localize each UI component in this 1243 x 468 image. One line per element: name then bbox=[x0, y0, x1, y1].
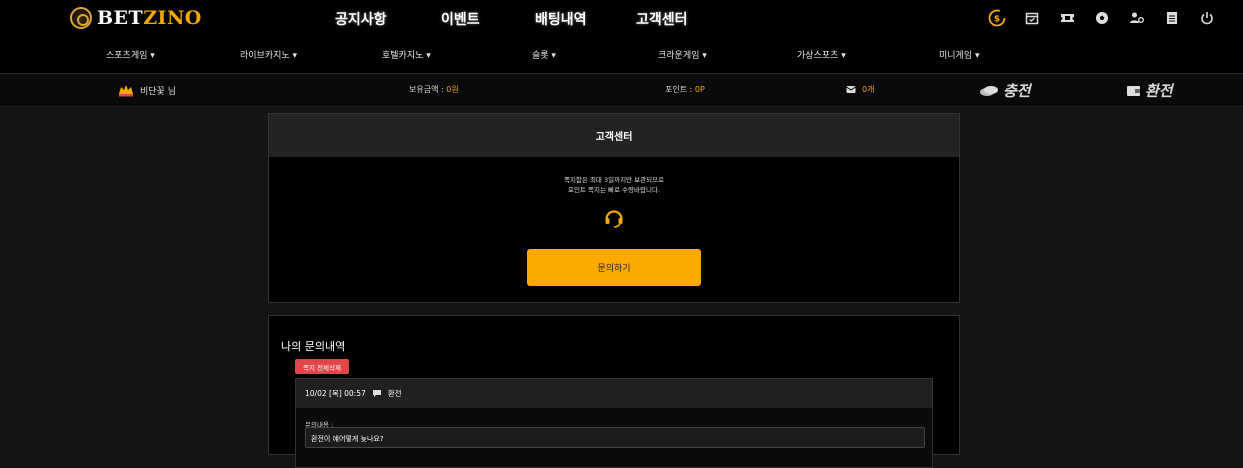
user-settings-icon[interactable] bbox=[1128, 9, 1146, 27]
subnav-crown-game[interactable]: 크라운게임 bbox=[658, 48, 707, 61]
points-value: 0P bbox=[694, 85, 705, 94]
support-title: 고객센터 bbox=[269, 114, 959, 157]
inquiry-content: 환전이 얘어떻게 늦나요? bbox=[305, 427, 925, 448]
points: 포인트 : 0P bbox=[665, 84, 705, 95]
notice-line-2: 포인트 쪽지는 빠로 수령바랍니다. bbox=[568, 186, 660, 194]
message-count: 0개 bbox=[862, 85, 875, 94]
subnav-mini-game[interactable]: 미니게임 bbox=[939, 48, 980, 61]
support-panel: 고객센터 쪽지함은 최대 3일까지만 보관되므로 포인트 쪽지는 빠로 수령바랍… bbox=[268, 113, 960, 303]
nav-bet-history[interactable]: 배팅내역 bbox=[535, 9, 587, 29]
notice-line-1: 쪽지함은 최대 3일까지만 보관되므로 bbox=[563, 176, 665, 184]
delete-all-button[interactable]: 쪽지 전체삭제 bbox=[295, 359, 349, 374]
coin-icon bbox=[980, 85, 998, 96]
support-notice: 쪽지함은 최대 3일까지만 보관되므로 포인트 쪽지는 빠로 수령바랍니다. bbox=[269, 175, 959, 195]
user-info-bar: 비단꽃 님 보유금액 : 0원 포인트 : 0P 0개 충전 환전 bbox=[0, 75, 1243, 107]
utility-icons: $ bbox=[988, 9, 1216, 27]
history-title: 나의 문의내역 bbox=[281, 340, 346, 353]
top-bar: BETZINO 공지사항 이벤트 배팅내역 고객센터 $ bbox=[0, 0, 1243, 38]
chat-icon bbox=[372, 390, 381, 397]
subnav-virtual-sports[interactable]: 가상스포츠 bbox=[797, 48, 846, 61]
nav-customer-center[interactable]: 고객센터 bbox=[636, 9, 688, 29]
messages[interactable]: 0개 bbox=[846, 84, 874, 95]
inquiry-history-panel: 나의 문의내역 쪽지 전체삭제 10/02 [목] 00:57 환전 문의내용 … bbox=[268, 315, 960, 468]
balance-label: 보유금액 : bbox=[409, 85, 447, 94]
message-icon bbox=[846, 86, 856, 93]
deposit-button[interactable]: 충전 bbox=[979, 80, 1031, 101]
inquiry-header[interactable]: 10/02 [목] 00:57 환전 bbox=[296, 379, 932, 408]
svg-text:$: $ bbox=[994, 15, 1000, 25]
subnav-sports[interactable]: 스포츠게임 bbox=[106, 48, 155, 61]
ticket-icon[interactable] bbox=[1058, 9, 1076, 27]
nav-event[interactable]: 이벤트 bbox=[441, 9, 480, 29]
withdraw-label: 환전 bbox=[1145, 82, 1173, 100]
exchange-icon[interactable]: $ bbox=[988, 9, 1006, 27]
wallet-icon bbox=[1127, 86, 1140, 96]
subnav-slot[interactable]: 슬롯 bbox=[532, 48, 556, 61]
calendar-icon[interactable] bbox=[1023, 9, 1041, 27]
sub-nav: 스포츠게임 라이브카지노 호텔카지노 슬롯 크라운게임 가상스포츠 미니게임 bbox=[0, 38, 1243, 74]
subnav-hotel-casino[interactable]: 호텔카지노 bbox=[382, 48, 431, 61]
document-icon[interactable] bbox=[1163, 9, 1181, 27]
nav-notice[interactable]: 공지사항 bbox=[335, 9, 387, 29]
deposit-label: 충전 bbox=[1003, 82, 1031, 100]
username: 비단꽃 님 bbox=[140, 86, 176, 97]
headset-icon bbox=[603, 207, 625, 229]
soccer-ball-icon[interactable] bbox=[1093, 9, 1111, 27]
user-info: 비단꽃 님 bbox=[118, 83, 176, 97]
power-icon[interactable] bbox=[1198, 9, 1216, 27]
ask-button[interactable]: 문의하기 bbox=[527, 249, 701, 286]
subnav-live-casino[interactable]: 라이브카지노 bbox=[240, 48, 297, 61]
balance-value: 0원 bbox=[446, 85, 459, 94]
points-label: 포인트 : bbox=[665, 85, 695, 94]
level-badge-icon bbox=[119, 85, 133, 97]
inquiry-item: 10/02 [목] 00:57 환전 문의내용 : 환전이 얘어떻게 늦나요? bbox=[295, 378, 933, 468]
inquiry-date: 10/02 [목] 00:57 bbox=[305, 389, 366, 398]
inquiry-category: 환전 bbox=[387, 389, 402, 398]
withdraw-button[interactable]: 환전 bbox=[1126, 80, 1173, 101]
balance: 보유금액 : 0원 bbox=[409, 84, 459, 95]
